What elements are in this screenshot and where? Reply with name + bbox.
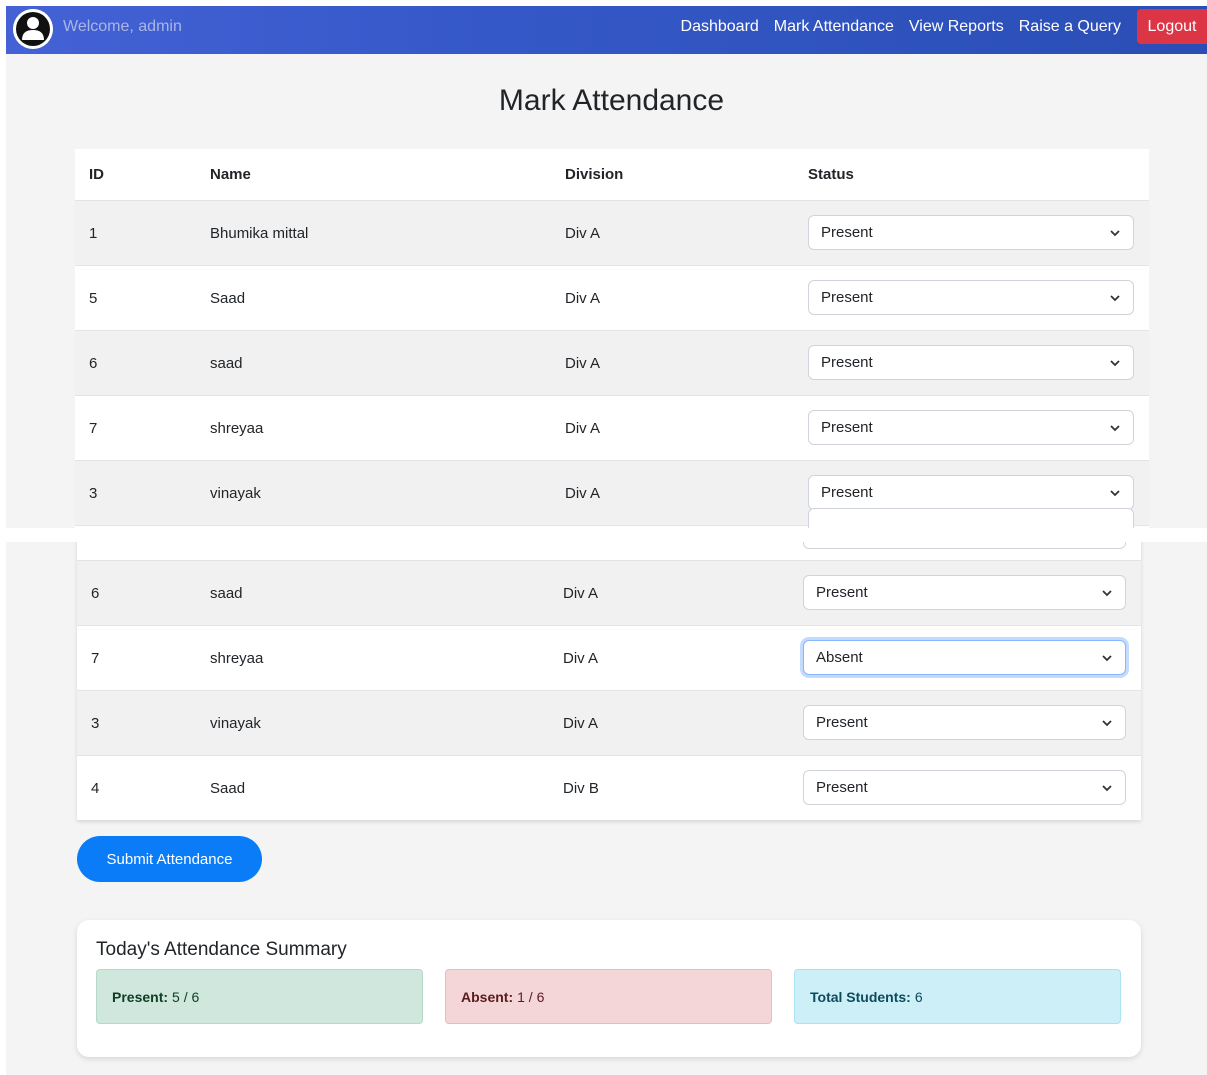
- row-name: shreyaa: [210, 649, 264, 667]
- page-bottom-section: 6 saad Div A Present 7 shreyaa Div A Abs…: [6, 542, 1207, 1075]
- nav-mark-attendance-link[interactable]: Mark Attendance: [774, 18, 894, 36]
- nav-links: Dashboard Mark Attendance View Reports R…: [681, 18, 1121, 36]
- row-name: Saad: [210, 289, 246, 307]
- header-name: Name: [210, 166, 251, 183]
- table-row: 3 vinayak Div A Present: [77, 691, 1141, 756]
- chevron-down-icon: [1110, 490, 1120, 497]
- absent-summary-box: Absent: 1 / 6: [445, 969, 772, 1024]
- row-id: 6: [91, 584, 100, 602]
- header-division: Division: [565, 166, 624, 183]
- page-top-section: Welcome, admin Dashboard Mark Attendance…: [6, 6, 1207, 528]
- navbar: Welcome, admin Dashboard Mark Attendance…: [6, 6, 1207, 54]
- absent-label: Absent:: [461, 988, 514, 1005]
- table-row-partial: [77, 542, 1141, 561]
- status-value: Present: [821, 419, 873, 436]
- row-name: saad: [210, 354, 243, 372]
- status-select[interactable]: Present: [808, 475, 1134, 510]
- total-value: 6: [914, 988, 923, 1005]
- status-select[interactable]: Present: [803, 705, 1126, 740]
- row-id: 5: [89, 289, 98, 307]
- status-select[interactable]: Present: [808, 215, 1134, 250]
- user-avatar-icon[interactable]: [13, 9, 53, 49]
- chevron-down-icon: [1110, 425, 1120, 432]
- absent-value: 1 / 6: [517, 988, 545, 1005]
- status-value: Present: [821, 224, 873, 241]
- status-value: Present: [816, 779, 868, 796]
- nav-view-reports-link[interactable]: View Reports: [909, 18, 1004, 36]
- row-name: Saad: [210, 780, 246, 797]
- status-select[interactable]: Present: [808, 280, 1134, 315]
- chevron-down-icon: [1102, 720, 1112, 727]
- table-row: 7 shreyaa Div A Present: [75, 396, 1149, 461]
- row-name: shreyaa: [210, 419, 264, 437]
- attendance-table-top: ID Name Division Status 1 Bhumika mittal…: [75, 149, 1149, 528]
- chevron-down-icon: [1110, 230, 1120, 237]
- table-row: 6 saad Div A Present: [75, 331, 1149, 396]
- total-summary-box: Total Students: 6: [794, 969, 1121, 1024]
- row-division: Div A: [565, 224, 601, 242]
- table-row: 1 Bhumika mittal Div A Present: [75, 201, 1149, 266]
- status-value: Present: [816, 584, 868, 601]
- attendance-summary-card: Today's Attendance Summary Present: 5 / …: [77, 920, 1141, 1057]
- status-select[interactable]: Present: [808, 345, 1134, 380]
- status-value: Present: [821, 484, 873, 501]
- present-value: 5 / 6: [172, 988, 200, 1005]
- summary-title: Today's Attendance Summary: [96, 939, 347, 960]
- row-id: 4: [91, 780, 100, 797]
- nav-raise-query-link[interactable]: Raise a Query: [1019, 18, 1121, 36]
- submit-attendance-button[interactable]: Submit Attendance: [77, 836, 262, 882]
- table-header-row: ID Name Division Status: [75, 149, 1149, 201]
- row-id: 3: [91, 714, 100, 732]
- status-select[interactable]: Present: [803, 575, 1126, 610]
- header-id: ID: [89, 166, 104, 183]
- present-summary-box: Present: 5 / 6: [96, 969, 423, 1024]
- logout-button[interactable]: Logout: [1137, 9, 1207, 44]
- chevron-down-icon: [1102, 785, 1112, 792]
- row-name: vinayak: [210, 714, 261, 732]
- row-division: Div A: [565, 419, 601, 437]
- total-label: Total Students:: [810, 988, 911, 1005]
- status-value: Present: [816, 714, 868, 731]
- status-select[interactable]: [808, 508, 1134, 528]
- status-select[interactable]: Present: [803, 770, 1126, 805]
- present-label: Present:: [112, 988, 169, 1005]
- table-row: 6 saad Div A Present: [77, 561, 1141, 626]
- status-select-focused[interactable]: Absent: [803, 640, 1126, 675]
- row-division: Div A: [565, 354, 601, 372]
- status-value: Present: [821, 289, 873, 306]
- row-id: 7: [91, 649, 100, 667]
- row-id: 3: [89, 484, 98, 502]
- row-division: Div B: [563, 780, 599, 797]
- chevron-down-icon: [1110, 295, 1120, 302]
- page-title: Mark Attendance: [498, 84, 725, 117]
- status-value: Absent: [816, 649, 863, 666]
- row-division: Div A: [563, 584, 599, 602]
- chevron-down-icon: [1102, 590, 1112, 597]
- status-select[interactable]: Present: [808, 410, 1134, 445]
- table-row: 4 Saad Div B Present: [77, 756, 1141, 821]
- row-id: 1: [89, 224, 98, 242]
- row-division: Div A: [565, 484, 601, 502]
- row-division: Div A: [563, 649, 599, 667]
- row-name: saad: [210, 584, 243, 602]
- table-row: 7 shreyaa Div A Absent: [77, 626, 1141, 691]
- chevron-down-icon: [1110, 360, 1120, 367]
- row-id: 7: [89, 419, 98, 437]
- chevron-down-icon: [1102, 655, 1112, 662]
- row-division: Div A: [563, 714, 599, 732]
- welcome-text: Welcome, admin: [63, 18, 182, 35]
- attendance-table-bottom: 6 saad Div A Present 7 shreyaa Div A Abs…: [77, 542, 1141, 820]
- row-name: vinayak: [210, 484, 261, 502]
- nav-dashboard-link[interactable]: Dashboard: [681, 18, 759, 36]
- row-name: Bhumika mittal: [210, 224, 309, 242]
- row-id: 6: [89, 354, 98, 372]
- header-status: Status: [808, 166, 854, 183]
- table-row-partial: [75, 508, 1149, 528]
- table-row: 5 Saad Div A Present: [75, 266, 1149, 331]
- status-select[interactable]: [803, 542, 1126, 549]
- status-value: Present: [821, 354, 873, 371]
- row-division: Div A: [565, 289, 601, 307]
